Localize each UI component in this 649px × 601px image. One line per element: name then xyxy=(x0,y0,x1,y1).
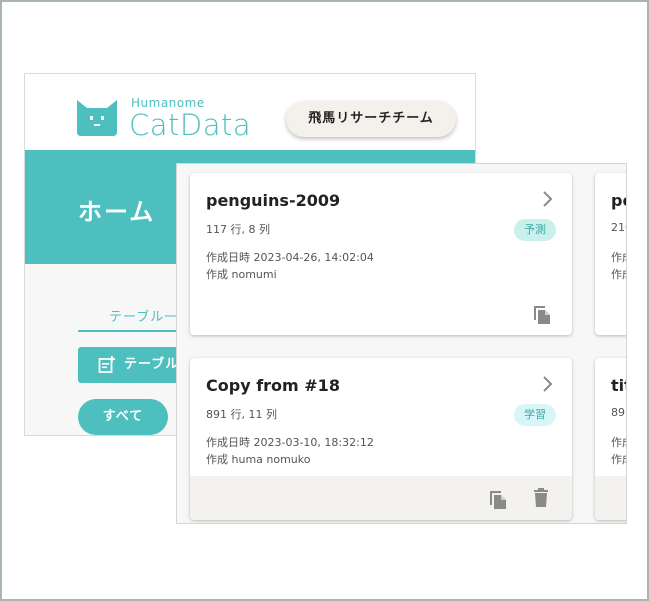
page-title: ホーム xyxy=(78,198,156,226)
card-created-date: 作成日時 2023-03-10, 18:32:12 xyxy=(206,436,374,449)
chevron-right-icon[interactable] xyxy=(540,374,556,394)
table-card[interactable]: tit 89 作成 作成 xyxy=(595,358,626,520)
card-title: tit xyxy=(611,376,626,395)
brand-title: CatData xyxy=(129,108,252,142)
team-selector-button[interactable]: 飛馬リサーチチーム xyxy=(286,101,456,137)
card-footer xyxy=(190,291,572,335)
card-dimensions: 117 行, 8 列 xyxy=(206,223,270,236)
copy-icon[interactable] xyxy=(532,303,552,325)
table-card[interactable]: penguins-2009 117 行, 8 列 予測 作成日時 2023-04… xyxy=(190,173,572,335)
trash-icon[interactable] xyxy=(532,488,550,508)
card-created-date: 作成 xyxy=(611,251,626,264)
add-note-icon xyxy=(98,356,115,373)
card-dimensions: 89 xyxy=(611,406,625,419)
table-card[interactable]: pe 210 作成 作成 xyxy=(595,173,626,335)
card-author: 作成 xyxy=(611,453,626,466)
card-dimensions: 210 xyxy=(611,221,626,234)
card-title: Copy from #18 xyxy=(206,376,340,395)
card-created-date: 作成 xyxy=(611,436,626,449)
new-table-label: テーブル xyxy=(124,357,180,372)
status-badge: 予測 xyxy=(514,219,556,241)
card-author: 作成 xyxy=(611,268,626,281)
tab-active-indicator xyxy=(78,330,188,332)
card-author: 作成 nomumi xyxy=(206,268,277,281)
status-badge: 学習 xyxy=(514,404,556,426)
card-author: 作成 huma nomuko xyxy=(206,453,311,466)
table-card[interactable]: Copy from #18 891 行, 11 列 学習 作成日時 2023-0… xyxy=(190,358,572,520)
card-created-date: 作成日時 2023-04-26, 14:02:04 xyxy=(206,251,374,264)
card-footer xyxy=(190,476,572,520)
table-cards-panel: penguins-2009 117 行, 8 列 予測 作成日時 2023-04… xyxy=(176,163,627,524)
card-title: pe xyxy=(611,191,626,210)
card-footer xyxy=(595,476,626,520)
app-header: Humanome CatData 飛馬リサーチチーム xyxy=(25,74,475,150)
card-title: penguins-2009 xyxy=(206,191,341,210)
filter-all-chip[interactable]: すべて xyxy=(78,399,168,435)
copy-icon[interactable] xyxy=(488,488,508,510)
cat-logo-icon xyxy=(77,100,117,136)
card-dimensions: 891 行, 11 列 xyxy=(206,408,277,421)
tab-tables[interactable]: テーブル一 xyxy=(109,306,178,325)
chevron-right-icon[interactable] xyxy=(540,189,556,209)
